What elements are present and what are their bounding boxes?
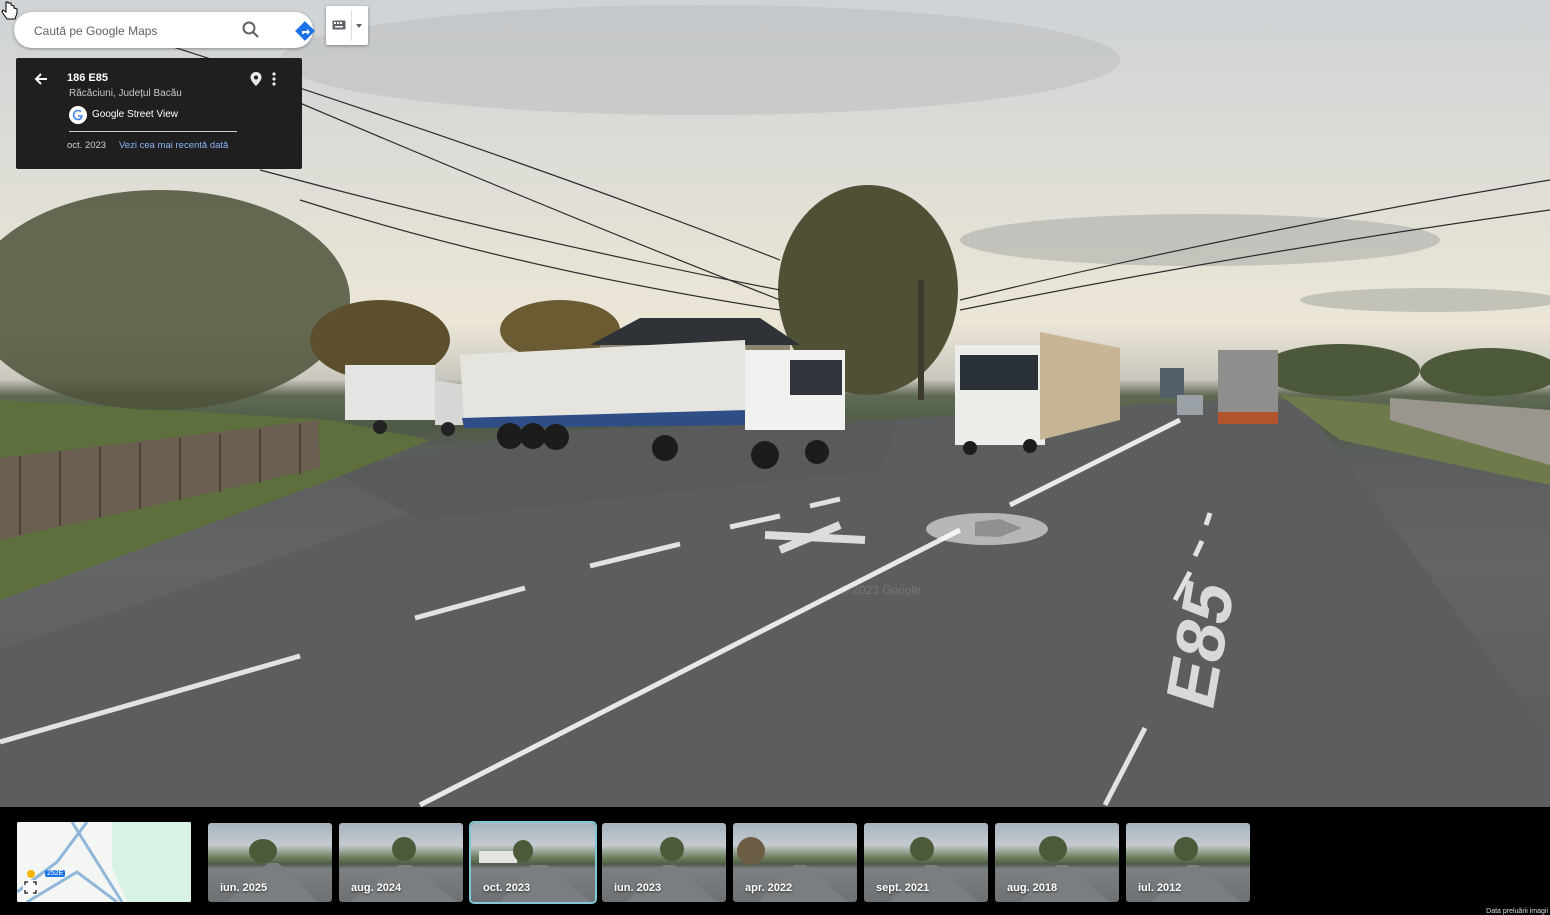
timeline-date-label: iul. 2012 bbox=[1138, 882, 1182, 894]
timeline-date-label: oct. 2023 bbox=[483, 882, 531, 894]
divider bbox=[69, 131, 237, 132]
timeline-date-label: iun. 2025 bbox=[220, 882, 268, 894]
timeline-date-label: apr. 2022 bbox=[745, 882, 793, 894]
location-title: 186 E85 bbox=[67, 72, 108, 84]
search-box[interactable] bbox=[14, 12, 316, 48]
latest-date-link[interactable]: Vezi cea mai recentă dată bbox=[119, 140, 228, 151]
timeline-thumbnail[interactable]: sept. 2021 bbox=[864, 823, 988, 902]
street-view-brand: Google Street View bbox=[92, 109, 178, 120]
timeline-date-label: aug. 2018 bbox=[1007, 882, 1058, 894]
timeline-date-label: aug. 2024 bbox=[351, 882, 402, 894]
keyboard-icon bbox=[332, 20, 346, 30]
timeline-thumbnail[interactable]: aug. 2024 bbox=[339, 823, 463, 902]
timeline-thumbnail[interactable]: apr. 2022 bbox=[733, 823, 857, 902]
timeline-thumbnail[interactable]: iun. 2023 bbox=[602, 823, 726, 902]
search-input[interactable] bbox=[32, 20, 236, 42]
back-arrow-icon[interactable] bbox=[33, 71, 49, 87]
image-capture-credit[interactable]: Data preluării imagii bbox=[1486, 908, 1548, 915]
location-subtitle: Răcăciuni, Județul Bacău bbox=[69, 88, 182, 99]
road-label: 252E bbox=[45, 870, 66, 877]
map-pin-icon[interactable] bbox=[249, 71, 263, 87]
time-travel-strip: 252E iun. 2025 aug. 2024 oct. 2023 iun. … bbox=[0, 807, 1550, 915]
more-options-icon[interactable] bbox=[270, 71, 278, 87]
copyright-watermark: © 2023 Google bbox=[840, 583, 921, 597]
minimap-map bbox=[17, 822, 191, 902]
timeline-date-label: iun. 2023 bbox=[614, 882, 662, 894]
timeline-thumbnail-selected[interactable]: oct. 2023 bbox=[469, 821, 597, 904]
capture-date: oct. 2023 bbox=[67, 140, 107, 151]
search-icon[interactable] bbox=[241, 20, 261, 40]
timeline-thumbnail[interactable]: iul. 2012 bbox=[1126, 823, 1250, 902]
chevron-down-icon[interactable] bbox=[355, 23, 363, 29]
timeline-thumbnail[interactable]: aug. 2018 bbox=[995, 823, 1119, 902]
minimap[interactable]: 252E bbox=[17, 822, 191, 902]
google-logo-icon bbox=[69, 106, 87, 124]
timeline-thumbnail[interactable]: iun. 2025 bbox=[208, 823, 332, 902]
expand-icon[interactable] bbox=[23, 880, 38, 895]
timeline-date-label: sept. 2021 bbox=[876, 882, 930, 894]
divider bbox=[351, 10, 352, 41]
hand-cursor-icon bbox=[1, 1, 18, 20]
location-info-card: 186 E85 Răcăciuni, Județul Bacău Google … bbox=[16, 58, 302, 169]
keyboard-toggle-button[interactable] bbox=[326, 6, 368, 45]
directions-icon[interactable] bbox=[294, 20, 316, 42]
